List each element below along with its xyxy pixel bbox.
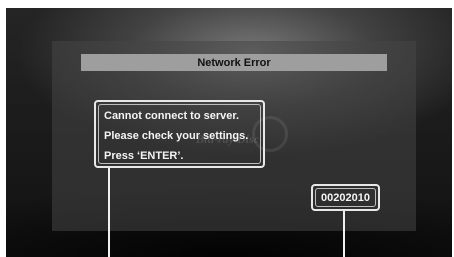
error-code-callout: 00202010 (311, 184, 380, 211)
message-line-3: Press ‘ENTER’. (104, 150, 184, 162)
message-line-2: Please check your settings. (104, 130, 249, 142)
dialog-title-bar: Network Error (81, 54, 387, 71)
message-callout: Cannot connect to server. Please check y… (94, 100, 265, 168)
dialog-title: Network Error (197, 56, 271, 69)
error-code-leader-line (343, 211, 345, 257)
message-leader-line (108, 168, 110, 257)
message-line-1: Cannot connect to server. (104, 110, 240, 122)
error-code: 00202010 (321, 191, 370, 204)
